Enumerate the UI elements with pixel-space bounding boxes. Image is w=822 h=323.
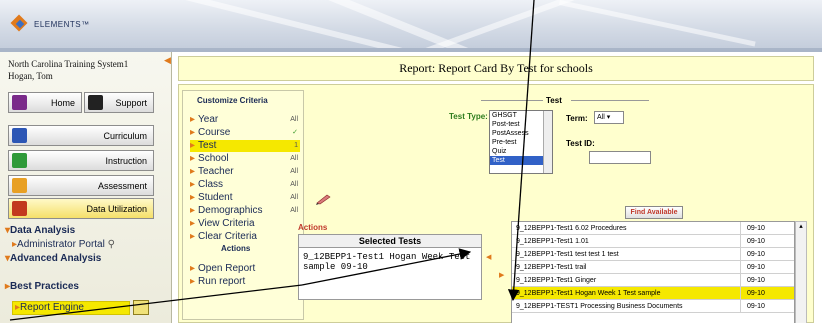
report-title-bar: Report: Report Card By Test for schools [178,56,814,81]
selected-tests-box: Selected Tests 9_12BEPP1-Test1 Hogan Wee… [298,234,482,300]
available-tests-table: 9_12BEPP1-Test1 6.02 Procedures 09-10 9_1… [511,221,795,323]
data-utilization-label: Data Utilization [86,203,147,214]
assessment-button[interactable]: Assessment [8,175,154,196]
criteria-panel: Customize Criteria ▸ Year All ▸ Course ✓ ▸ Te… [182,90,304,320]
elements-logo[interactable]: ELEMENTS™ [10,14,90,34]
collapse-arrow-icon[interactable]: ◀ [164,55,171,66]
open-report-link[interactable]: ▸ Open Report [190,263,300,275]
instruction-icon [12,153,27,168]
nav-administrator-portal[interactable]: ▸Administrator Portal ⚲ [12,239,115,250]
table-row[interactable]: 9_12BEPP1-Test1 test test 1 test 09-10 [512,248,794,261]
criteria-course[interactable]: ▸ Course ✓ [190,127,300,139]
criteria-teacher[interactable]: ▸ Teacher All [190,166,300,178]
selected-tests-header: Selected Tests [299,235,481,248]
actions-header: Actions [298,223,328,232]
user-name: Hogan, Tom [8,71,53,81]
section-advanced-analysis[interactable]: ▾Advanced Analysis [5,253,101,264]
data-utilization-icon [12,201,27,216]
banner-decoration [168,0,423,50]
fieldset-line [481,100,543,101]
home-button[interactable]: Home [8,92,82,113]
criteria-student[interactable]: ▸ Student All [190,192,300,204]
banner-decoration [558,0,756,47]
criteria-year[interactable]: ▸ Year All [190,114,300,126]
test-filter-fieldset: Test Test Type: GHSGT Post-test PostAsse… [421,94,686,204]
criteria-demographics[interactable]: ▸ Demographics All [190,205,300,217]
logo-text: ELEMENTS™ [34,19,90,29]
curriculum-button[interactable]: Curriculum [8,125,154,146]
table-scrollbar[interactable]: ▴ [795,221,807,323]
pencil-icon[interactable] [315,193,333,205]
data-utilization-button[interactable]: Data Utilization [8,198,154,219]
remove-arrow-icon[interactable]: ◀ [486,253,491,261]
test-id-input[interactable] [589,151,651,164]
main-panel: Report: Report Card By Test for schools … [172,52,822,323]
test-id-label: Test ID: [566,139,595,148]
curriculum-label: Curriculum [103,130,147,141]
criteria-class[interactable]: ▸ Class All [190,179,300,191]
run-report-link[interactable]: ▸ Run report [190,276,300,288]
org-name: North Carolina Training System1 [8,59,129,69]
section-data-analysis[interactable]: ▾Data Analysis [5,225,75,236]
test-type-listbox[interactable]: GHSGT Post-test PostAssess Pre-test Quiz… [489,110,553,174]
criteria-actions-header: Actions [221,244,251,253]
elements-logo-icon [10,14,30,34]
instruction-button[interactable]: Instruction [8,150,154,171]
find-available-button[interactable]: Find Available [625,206,683,219]
selected-test-item[interactable]: 9_12BEPP1-Test1 Hogan Week Test sample 0… [299,248,481,276]
instruction-label: Instruction [105,155,147,166]
page-title: Report: Report Card By Test for schools [399,61,593,75]
view-criteria-link[interactable]: ▸ View Criteria [190,218,300,230]
table-row-highlighted[interactable]: 9_12BEPP1-Test1 Hogan Week 1 Test sample… [512,287,794,300]
org-info: North Carolina Training System1 Hogan, T… [8,58,128,82]
curriculum-icon [12,128,27,143]
test-type-label: Test Type: [449,112,488,121]
term-select[interactable]: All ▾ [594,111,624,124]
support-button[interactable]: Support [84,92,154,113]
assessment-icon [12,178,27,193]
support-label: Support [115,97,147,108]
nav-report-engine[interactable]: ▸Report Engine [12,301,130,315]
criteria-school[interactable]: ▸ School All [190,153,300,165]
table-row[interactable]: 9_12BEPP1-Test1 Ginger 09-10 [512,274,794,287]
listbox-scrollbar[interactable] [543,111,552,173]
add-arrow-icon[interactable]: ▶ [499,271,504,279]
home-label: Home [50,97,75,108]
report-engine-search-icon[interactable] [133,300,149,315]
report-content: Customize Criteria ▸ Year All ▸ Course ✓ ▸ Te… [178,84,814,323]
search-icon: ⚲ [107,239,115,250]
clear-criteria-link[interactable]: ▸ Clear Criteria [190,231,300,243]
criteria-header: Customize Criteria [197,96,268,105]
left-nav: North Carolina Training System1 Hogan, T… [0,52,172,323]
fieldset-line [571,100,649,101]
assessment-label: Assessment [97,180,147,191]
chevron-down-icon: ▾ [606,114,611,121]
support-icon [88,95,103,110]
test-legend: Test [546,96,562,105]
section-best-practices[interactable]: ▸Best Practices [5,281,79,292]
header-banner: ELEMENTS™ [0,0,822,50]
table-row[interactable]: 9_12BEPP1-Test1 trail 09-10 [512,261,794,274]
term-label: Term: [566,114,588,123]
table-row[interactable]: 9_12BEPP1-Test1 1.01 09-10 [512,235,794,248]
table-row[interactable]: 9_12BEPP1-Test1 6.02 Procedures 09-10 [512,222,794,235]
criteria-test[interactable]: ▸ Test 1 [190,140,300,152]
table-row[interactable]: 9_12BEPP1-TEST1 Processing Business Docu… [512,300,794,313]
home-icon [12,95,27,110]
